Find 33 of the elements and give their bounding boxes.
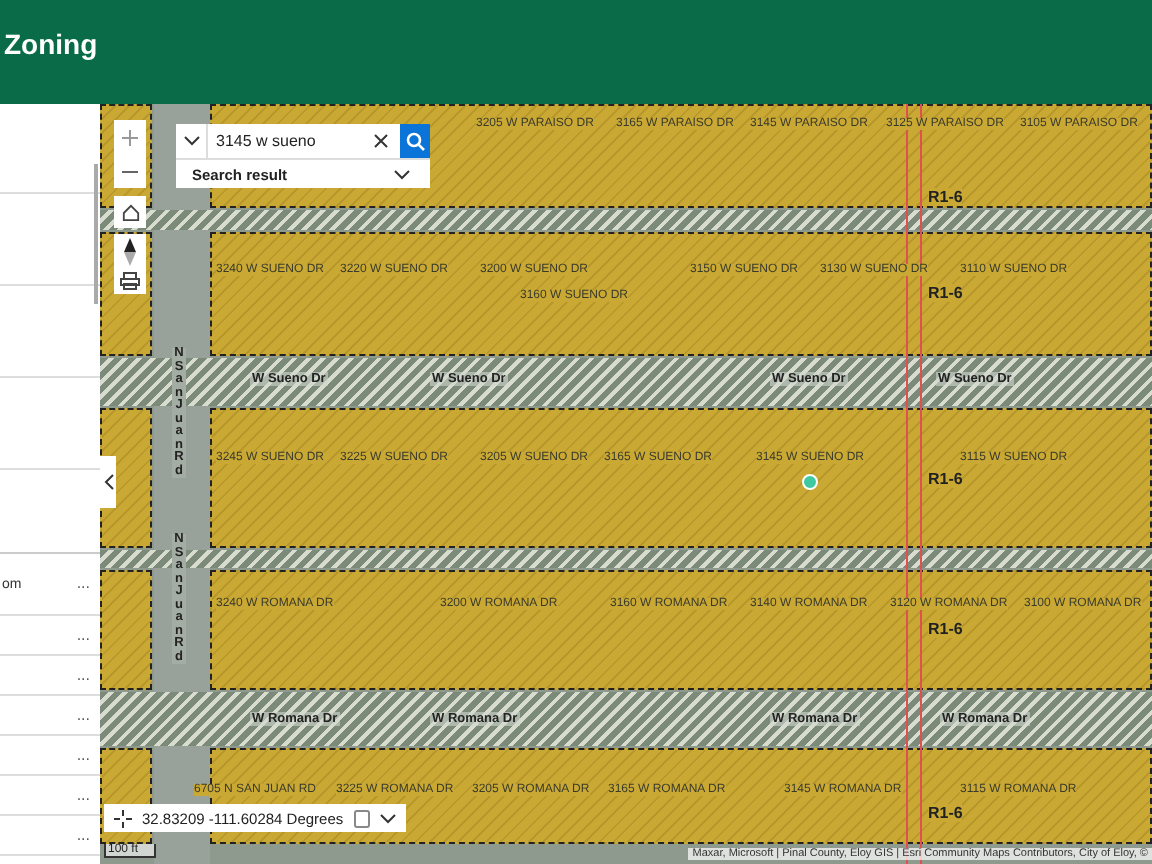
chevron-down-icon xyxy=(183,136,199,146)
search-field[interactable]: 3145 w sueno xyxy=(208,124,400,158)
map-view[interactable] xyxy=(100,104,1152,864)
more-options-button[interactable]: ... xyxy=(76,707,90,723)
crosshair-icon[interactable] xyxy=(114,809,132,827)
plus-icon xyxy=(122,129,138,145)
parcel-block xyxy=(100,570,152,690)
more-options-button[interactable]: ... xyxy=(76,747,90,763)
zoning-label: R1-6 xyxy=(928,284,963,302)
more-options-button[interactable]: ... xyxy=(76,576,90,592)
home-icon xyxy=(121,203,139,221)
zoning-label: R1-6 xyxy=(928,804,963,822)
more-options-button[interactable]: ... xyxy=(76,827,90,843)
zoning-label: R1-6 xyxy=(928,188,963,206)
app-title: Zoning xyxy=(4,28,98,60)
print-icon[interactable] xyxy=(120,272,140,291)
copy-icon[interactable] xyxy=(353,809,370,827)
more-options-button[interactable]: ... xyxy=(76,627,90,643)
more-options-button[interactable]: ... xyxy=(76,667,90,683)
search-button[interactable] xyxy=(400,124,430,158)
chevron-down-icon[interactable] xyxy=(379,813,396,823)
scrollbar[interactable] xyxy=(94,164,98,304)
zoning-label: R1-6 xyxy=(928,620,963,638)
compass-icon[interactable] xyxy=(122,237,138,266)
zoning-label: R1-6 xyxy=(928,470,963,488)
chevron-left-icon xyxy=(103,474,113,490)
home-button[interactable] xyxy=(114,196,146,228)
search-icon xyxy=(405,131,425,151)
more-options-button[interactable]: ... xyxy=(76,787,90,803)
location-marker-icon xyxy=(802,474,818,490)
chevron-down-icon xyxy=(394,169,410,179)
clear-icon[interactable] xyxy=(374,134,388,148)
collapse-panel-button[interactable] xyxy=(100,456,116,508)
